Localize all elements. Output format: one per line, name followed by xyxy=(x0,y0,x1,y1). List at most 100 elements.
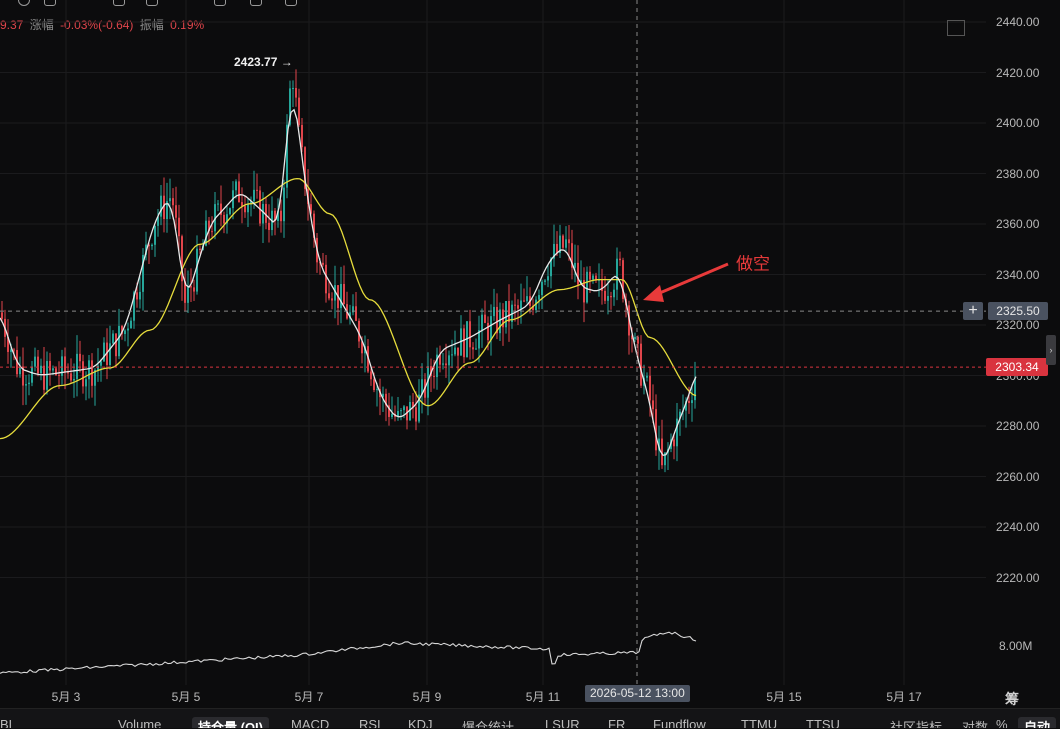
candle-body xyxy=(97,365,99,371)
candle-body xyxy=(652,400,654,410)
price-tick: 2220.00 xyxy=(996,570,1040,585)
price-tick: 2440.00 xyxy=(996,15,1040,29)
time-axis[interactable]: 5月 3 5月 5 5月 7 5月 9 5月 11 5月 15 5月 17 xyxy=(0,685,986,705)
price-tick: 2360.00 xyxy=(996,217,1040,231)
candle-body xyxy=(463,328,465,358)
candle-body xyxy=(484,314,486,323)
candlestick-chart[interactable] xyxy=(0,0,986,685)
tab-5[interactable]: KDJ xyxy=(408,717,433,728)
candle-body xyxy=(490,316,492,341)
tab-6[interactable]: 爆仓统计 xyxy=(462,717,514,728)
candle-body xyxy=(136,292,138,300)
candle-body xyxy=(340,283,342,309)
candle-body xyxy=(298,97,300,125)
candle-body xyxy=(355,306,357,321)
tab-1[interactable]: Volume xyxy=(118,717,161,728)
candle-body xyxy=(574,262,576,268)
tab-3[interactable]: MACD xyxy=(291,717,329,728)
tab-14[interactable]: % xyxy=(996,717,1008,728)
candle-body xyxy=(640,343,642,386)
tab-7[interactable]: LSUR xyxy=(545,717,580,728)
candle-body xyxy=(520,300,522,309)
candle-body xyxy=(256,189,258,191)
time-tick: 5月 17 xyxy=(886,690,922,704)
expand-icon[interactable] xyxy=(947,20,965,36)
last-price-label: 2303.34 xyxy=(986,358,1048,377)
candle-body xyxy=(328,293,330,299)
candle-body xyxy=(343,283,345,305)
tab-12[interactable]: 社区指标 xyxy=(890,717,942,728)
tab-11[interactable]: TTSU xyxy=(806,717,840,728)
candle-body xyxy=(523,300,525,302)
tab-4[interactable]: RSI xyxy=(359,717,381,728)
open-interest-line xyxy=(0,631,697,674)
time-tick: 5月 3 xyxy=(51,690,81,704)
candle-body xyxy=(13,349,15,351)
candle-body xyxy=(43,365,45,390)
candle-body xyxy=(193,287,195,292)
candle-body xyxy=(124,330,126,335)
candle-body xyxy=(187,286,189,303)
tab-9[interactable]: Fundflow xyxy=(653,717,706,728)
ma-short-line xyxy=(0,108,697,457)
candle-body xyxy=(151,244,153,247)
candle-body xyxy=(541,281,543,296)
candle-body xyxy=(577,262,579,285)
candle-body xyxy=(280,210,282,222)
candle-body xyxy=(103,342,105,362)
candle-body xyxy=(604,290,606,301)
price-tick: 2380.00 xyxy=(996,166,1040,181)
candle-body xyxy=(172,198,174,206)
candle-body xyxy=(517,305,519,309)
candle-body xyxy=(292,88,294,90)
crosshair-price-label: 2325.50 xyxy=(988,302,1048,321)
candle-body xyxy=(229,208,231,215)
candle-body xyxy=(85,379,87,387)
candle-body xyxy=(223,214,225,224)
candle-body xyxy=(199,248,201,251)
candle-body xyxy=(235,181,237,191)
candle-body xyxy=(568,239,570,244)
candle-body xyxy=(544,280,546,282)
tab-13[interactable]: 对数 xyxy=(962,717,988,728)
time-tick: 5月 7 xyxy=(294,690,324,704)
candle-body xyxy=(610,296,612,298)
candle-body xyxy=(295,88,297,98)
tab-15[interactable]: 自动 xyxy=(1018,717,1057,728)
chart-grid xyxy=(0,0,986,685)
candle-body xyxy=(25,384,27,386)
candle-body xyxy=(403,406,405,411)
candle-body xyxy=(73,378,75,381)
add-alert-button[interactable]: + xyxy=(963,302,983,321)
candle-body xyxy=(589,271,591,280)
candle-body xyxy=(130,320,132,329)
side-panel-handle[interactable]: › xyxy=(1046,335,1056,365)
candle-body xyxy=(508,301,510,322)
tab-0[interactable]: BL xyxy=(0,717,16,728)
tab-2[interactable]: 持仓量 (OI) xyxy=(192,717,269,728)
candle-body xyxy=(88,360,90,380)
candle-body xyxy=(442,363,444,365)
candle-body xyxy=(322,262,324,265)
candle-body xyxy=(451,354,453,356)
price-tick: 2240.00 xyxy=(996,520,1040,534)
candle-body xyxy=(472,347,474,350)
candle-body xyxy=(34,356,36,367)
short-annotation: 做空 xyxy=(736,254,770,274)
candle-body xyxy=(64,356,66,373)
candle-body xyxy=(514,304,516,306)
candle-body xyxy=(691,400,693,404)
candle-body xyxy=(40,365,42,374)
candle-body xyxy=(526,296,528,302)
price-tick: 2340.00 xyxy=(996,267,1040,282)
candle-body xyxy=(475,348,477,350)
tab-8[interactable]: FR xyxy=(608,717,625,728)
candle-body xyxy=(547,276,549,281)
candle-body xyxy=(370,371,372,380)
candle-body xyxy=(259,190,261,224)
candle-body xyxy=(238,181,240,203)
candle-body xyxy=(82,361,84,387)
candle-body xyxy=(211,231,213,233)
tab-10[interactable]: TTMU xyxy=(741,717,777,728)
time-crosshair-label: 2026-05-12 13:00 xyxy=(585,685,690,702)
